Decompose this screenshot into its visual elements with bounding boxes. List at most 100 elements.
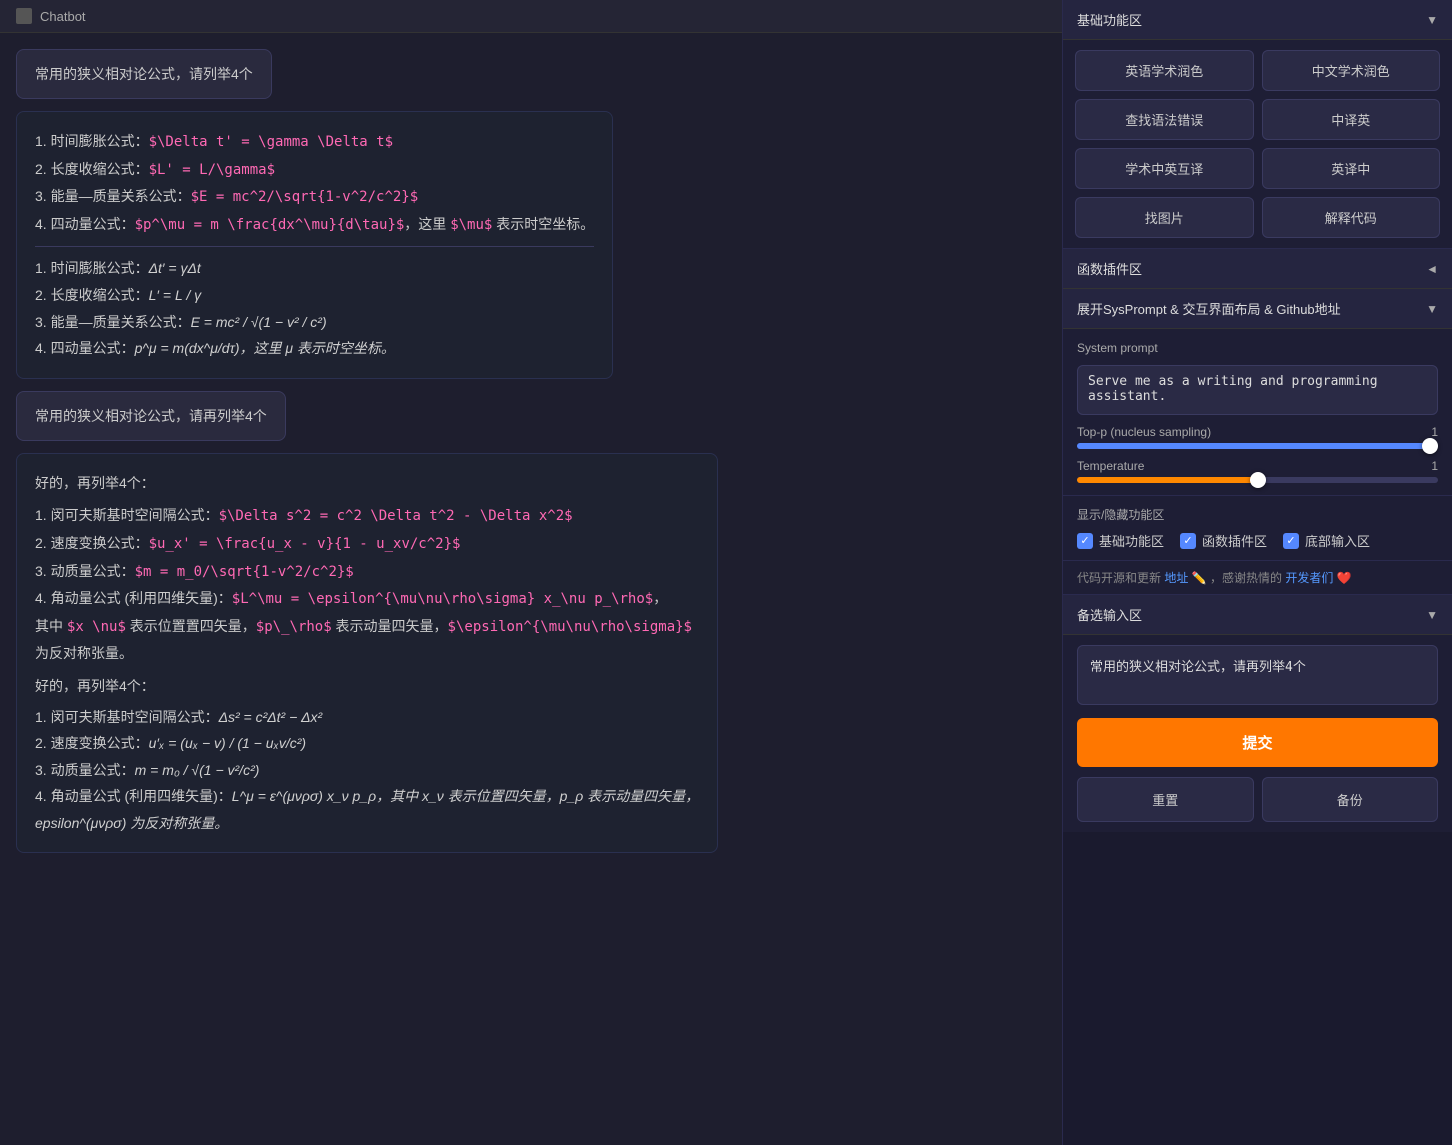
top-p-value: 1: [1431, 425, 1438, 439]
checkbox-label-plugin: 函数插件区: [1202, 531, 1267, 550]
temperature-label-row: Temperature 1: [1077, 459, 1438, 473]
checkbox-box-plugin: ✓: [1180, 533, 1196, 549]
btn-cn-to-en[interactable]: 中译英: [1262, 99, 1441, 140]
rendered-item-2-1: 1. 闵可夫斯基时空间隔公式：Δs² = c²Δt² − Δx²: [35, 704, 699, 731]
temperature-thumb[interactable]: [1250, 472, 1266, 488]
math-1-3: E = mc² / √(1 − v² / c²): [191, 314, 327, 330]
sysprompt-header[interactable]: 展开SysPrompt & 交互界面布局 & Github地址 ▼: [1063, 289, 1452, 329]
btn-english-polish[interactable]: 英语学术润色: [1075, 50, 1254, 91]
sysprompt-body: System prompt Serve me as a writing and …: [1063, 329, 1452, 495]
basic-section-header[interactable]: 基础功能区 ▼: [1063, 0, 1452, 40]
latex-code-1-1: $\Delta t' = \gamma \Delta t$: [149, 134, 393, 150]
top-p-thumb[interactable]: [1422, 438, 1438, 454]
footer-link[interactable]: 地址: [1164, 571, 1188, 585]
sysprompt-arrow: ▼: [1426, 302, 1438, 316]
temperature-row: Temperature 1: [1077, 459, 1438, 483]
user-text-2: 常用的狭义相对论公式，请再列举4个: [35, 408, 267, 424]
rendered-intro-2: 好的，再列举4个：: [35, 673, 699, 700]
latex-code-2-2: $u_x' = \frac{u_x - v}{1 - u_xv/c^2}$: [149, 536, 461, 552]
rendered-item-2-2: 2. 速度变换公式：u′ₓ = (uₓ − v) / (1 − uₓv/c²): [35, 730, 699, 757]
btn-find-image[interactable]: 找图片: [1075, 197, 1254, 238]
rendered-item-1-1: 1. 时间膨胀公式：Δt′ = γΔt: [35, 255, 594, 282]
user-message-1: 常用的狭义相对论公式，请列举4个: [16, 49, 272, 99]
latex-code-1-4b: $\mu$: [450, 217, 492, 233]
math-1-1: Δt′ = γΔt: [149, 260, 201, 276]
heart-icon: ❤️: [1337, 571, 1352, 585]
latex-list-2: 1. 闵可夫斯基时空间隔公式：$\Delta s^2 = c^2 \Delta …: [35, 502, 699, 667]
temperature-fill: [1077, 477, 1258, 483]
right-panel: 基础功能区 ▼ 英语学术润色 中文学术润色 查找语法错误 中译英 学术中英互译 …: [1062, 0, 1452, 1145]
assistant-message-1: 1. 时间膨胀公式：$\Delta t' = \gamma \Delta t$ …: [16, 111, 613, 379]
submit-button[interactable]: 提交: [1077, 718, 1438, 767]
latex-code-1-4: $p^\mu = m \frac{dx^\mu}{d\tau}$: [135, 217, 405, 233]
chat-icon: [16, 8, 32, 24]
latex-list-1: 1. 时间膨胀公式：$\Delta t' = \gamma \Delta t$ …: [35, 128, 594, 238]
latex-item-2-3: 3. 动质量公式：$m = m_0/\sqrt{1-v^2/c^2}$: [35, 558, 699, 586]
rendered-item-2-4: 4. 角动量公式 (利用四维矢量)：L^μ = ε^(μνρσ) x_ν p_ρ…: [35, 783, 699, 836]
checkbox-row: ✓ 基础功能区 ✓ 函数插件区 ✓ 底部输入区: [1077, 531, 1438, 550]
backup-arrow: ▼: [1426, 608, 1438, 622]
temperature-track[interactable]: [1077, 477, 1438, 483]
footer-thanks: ，感谢热情的: [1210, 571, 1282, 585]
separator-1: [35, 246, 594, 247]
backup-section: 备选输入区 ▼ 常用的狭义相对论公式，请再列举4个 提交 重置 备份: [1063, 595, 1452, 832]
show-hide-section: 显示/隐藏功能区 ✓ 基础功能区 ✓ 函数插件区 ✓ 底部输入区: [1063, 496, 1452, 561]
top-p-track[interactable]: [1077, 443, 1438, 449]
show-hide-label: 显示/隐藏功能区: [1077, 506, 1438, 523]
math-2-3: m = m₀ / √(1 − v²/c²): [135, 762, 260, 778]
btn-en-to-cn[interactable]: 英译中: [1262, 148, 1441, 189]
checkbox-input[interactable]: ✓ 底部输入区: [1283, 531, 1370, 550]
rendered-item-2-3: 3. 动质量公式：m = m₀ / √(1 − v²/c²): [35, 757, 699, 784]
reset-button[interactable]: 重置: [1077, 777, 1254, 822]
basic-section-label: 基础功能区: [1077, 10, 1142, 29]
rendered-list-1: 1. 时间膨胀公式：Δt′ = γΔt 2. 长度收缩公式：L′ = L / γ…: [35, 255, 594, 361]
latex-code-2-4c: $p\_\rho$: [256, 619, 332, 635]
intro-2: 好的，再列举4个：: [35, 470, 699, 497]
btn-grammar-check[interactable]: 查找语法错误: [1075, 99, 1254, 140]
checkbox-basic[interactable]: ✓ 基础功能区: [1077, 531, 1164, 550]
btn-academic-translate[interactable]: 学术中英互译: [1075, 148, 1254, 189]
math-2-4b: epsilon^(μνρσ) 为反对称张量。: [35, 815, 228, 831]
btn-explain-code[interactable]: 解释代码: [1262, 197, 1441, 238]
latex-code-1-2: $L' = L/\gamma$: [149, 162, 275, 178]
top-p-fill: [1077, 443, 1438, 449]
math-1-4: p^μ = m(dx^μ/dτ)，这里 μ 表示时空坐标。: [135, 340, 395, 356]
checkbox-box-input: ✓: [1283, 533, 1299, 549]
chat-header: Chatbot: [0, 0, 1062, 33]
latex-code-2-4: $L^\mu = \epsilon^{\mu\nu\rho\sigma} x_\…: [232, 591, 653, 607]
btn-chinese-polish[interactable]: 中文学术润色: [1262, 50, 1441, 91]
top-p-row: Top-p (nucleus sampling) 1: [1077, 425, 1438, 449]
sysprompt-label: System prompt: [1077, 341, 1438, 355]
rendered-list-2: 1. 闵可夫斯基时空间隔公式：Δs² = c²Δt² − Δx² 2. 速度变换…: [35, 704, 699, 837]
latex-item-1-3: 3. 能量—质量关系公式：$E = mc^2/\sqrt{1-v^2/c^2}$: [35, 183, 594, 211]
sysprompt-input[interactable]: Serve me as a writing and programming as…: [1077, 365, 1438, 415]
math-2-1: Δs² = c²Δt² − Δx²: [219, 709, 323, 725]
latex-code-2-1: $\Delta s^2 = c^2 \Delta t^2 - \Delta x^…: [219, 508, 573, 524]
footer-text: 代码开源和更新: [1077, 571, 1161, 585]
plugin-section-label: 函数插件区: [1077, 259, 1142, 278]
sysprompt-section: 展开SysPrompt & 交互界面布局 & Github地址 ▼ System…: [1063, 289, 1452, 496]
user-message-2: 常用的狭义相对论公式，请再列举4个: [16, 391, 286, 441]
footer-links: 代码开源和更新 地址 ✏️ ，感谢热情的 开发者们 ❤️: [1063, 561, 1452, 595]
user-text-1: 常用的狭义相对论公式，请列举4个: [35, 66, 253, 82]
temperature-label: Temperature: [1077, 459, 1144, 473]
latex-code-2-4d: $\epsilon^{\mu\nu\rho\sigma}$: [448, 619, 692, 635]
copy-button[interactable]: 备份: [1262, 777, 1439, 822]
latex-item-1-2: 2. 长度收缩公式：$L' = L/\gamma$: [35, 156, 594, 184]
assistant-message-2: 好的，再列举4个： 1. 闵可夫斯基时空间隔公式：$\Delta s^2 = c…: [16, 453, 718, 854]
rendered-item-1-2: 2. 长度收缩公式：L′ = L / γ: [35, 282, 594, 309]
backup-section-label: 备选输入区: [1077, 605, 1142, 624]
top-p-label: Top-p (nucleus sampling): [1077, 425, 1211, 439]
basic-functions-grid: 英语学术润色 中文学术润色 查找语法错误 中译英 学术中英互译 英译中 找图片 …: [1063, 40, 1452, 249]
math-2-4: L^μ = ε^(μνρσ) x_ν p_ρ，其中 x_ν 表示位置四矢量，p_…: [232, 788, 699, 804]
latex-code-2-3: $m = m_0/\sqrt{1-v^2/c^2}$: [135, 564, 354, 580]
backup-input[interactable]: 常用的狭义相对论公式，请再列举4个: [1077, 645, 1438, 705]
rendered-item-1-3: 3. 能量—质量关系公式：E = mc² / √(1 − v² / c²): [35, 309, 594, 336]
basic-section-arrow: ▼: [1426, 13, 1438, 27]
footer-devs[interactable]: 开发者们: [1285, 571, 1333, 585]
checkbox-plugin[interactable]: ✓ 函数插件区: [1180, 531, 1267, 550]
chat-title: Chatbot: [40, 9, 86, 24]
latex-item-2-2: 2. 速度变换公式：$u_x' = \frac{u_x - v}{1 - u_x…: [35, 530, 699, 558]
backup-header[interactable]: 备选输入区 ▼: [1063, 595, 1452, 635]
plugin-section-header[interactable]: 函数插件区 ◄: [1063, 249, 1452, 289]
